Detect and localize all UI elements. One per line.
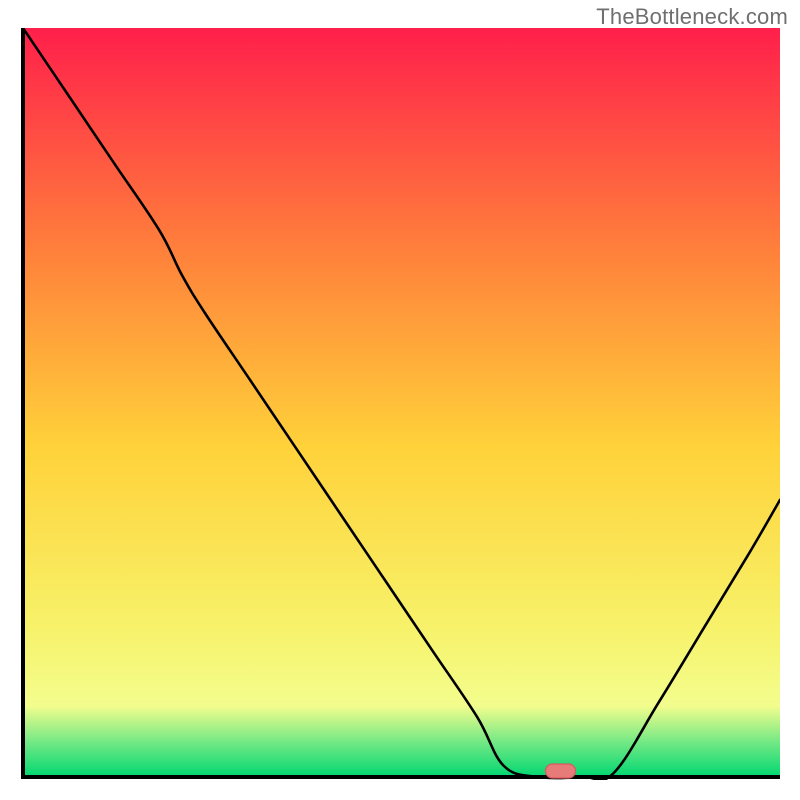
chart-plot <box>20 28 780 780</box>
chart-background <box>23 28 780 777</box>
watermark-text: TheBottleneck.com <box>596 4 788 30</box>
optimal-marker <box>546 764 576 778</box>
chart-container: TheBottleneck.com <box>0 0 800 800</box>
chart-svg <box>20 28 780 780</box>
